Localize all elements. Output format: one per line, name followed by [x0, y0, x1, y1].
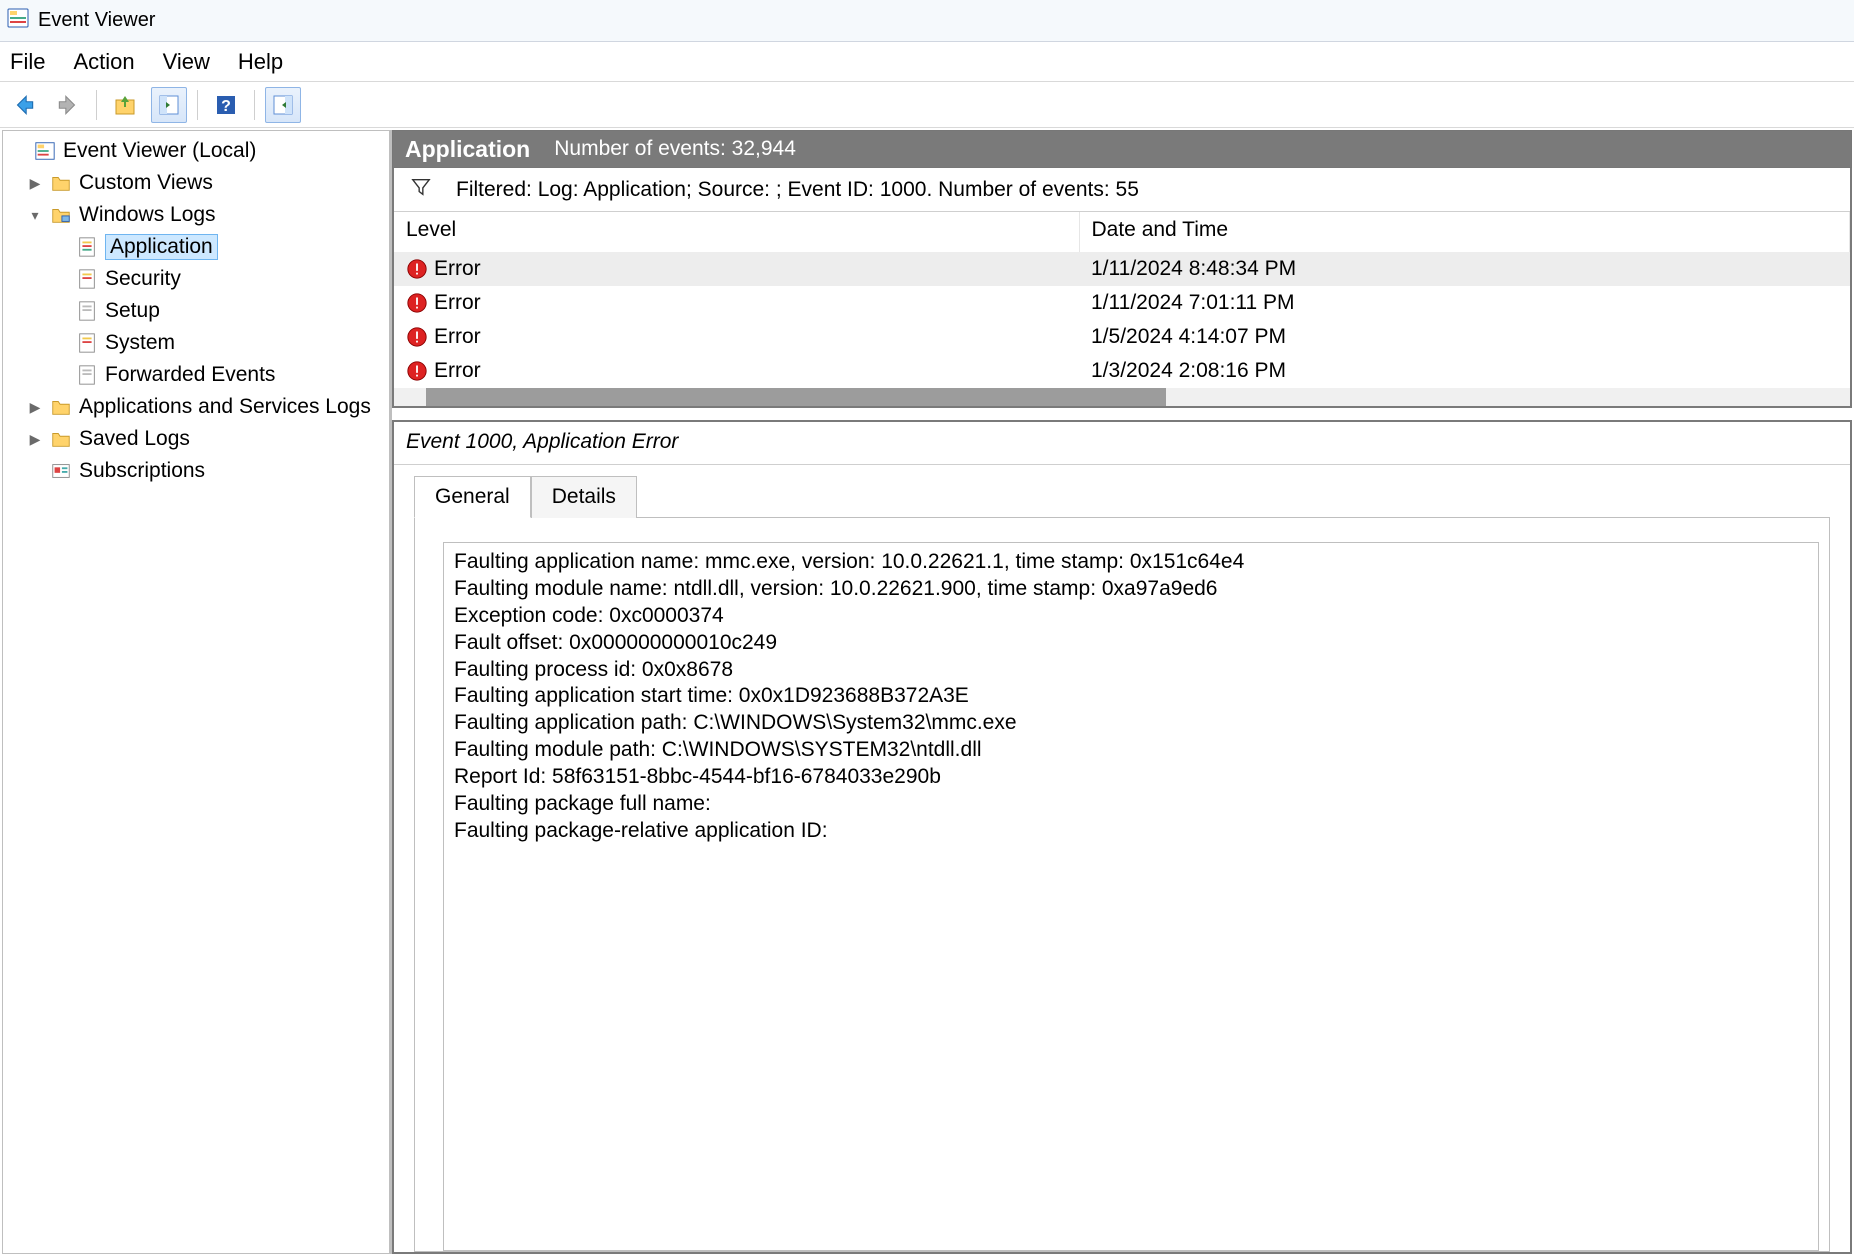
- level-text: Error: [434, 291, 481, 315]
- detail-title: Event 1000, Application Error: [394, 422, 1850, 465]
- collapse-icon[interactable]: ▾: [27, 207, 43, 224]
- log-name: Application: [405, 136, 530, 163]
- toolbar-separator: [197, 90, 198, 120]
- tree-label: Forwarded Events: [105, 363, 275, 387]
- error-icon: [406, 292, 428, 314]
- error-icon: [406, 360, 428, 382]
- log-icon: [75, 267, 99, 291]
- tree-label: Event Viewer (Local): [63, 139, 256, 163]
- expand-icon[interactable]: ▶: [27, 399, 43, 416]
- tree-security[interactable]: Security: [3, 263, 389, 295]
- detail-body: Faulting application name: mmc.exe, vers…: [414, 517, 1830, 1252]
- event-viewer-icon: [33, 139, 57, 163]
- event-list-panel: Filtered: Log: Application; Source: ; Ev…: [392, 168, 1852, 408]
- datetime-text: 1/3/2024 2:08:16 PM: [1079, 354, 1850, 388]
- tree-application[interactable]: Application: [3, 231, 389, 263]
- tree-label: Application: [105, 234, 218, 260]
- tree-label: System: [105, 331, 175, 355]
- log-icon: [75, 299, 99, 323]
- tree-subscriptions[interactable]: Subscriptions: [3, 455, 389, 487]
- log-icon: [75, 331, 99, 355]
- column-level[interactable]: Level: [394, 212, 1079, 252]
- filter-icon: [410, 176, 432, 204]
- toolbar-separator: [254, 90, 255, 120]
- tree-apps-services[interactable]: ▶ Applications and Services Logs: [3, 391, 389, 423]
- filter-bar: Filtered: Log: Application; Source: ; Ev…: [394, 168, 1850, 212]
- folder-icon: [49, 171, 73, 195]
- tree-system[interactable]: System: [3, 327, 389, 359]
- folder-icon: [49, 395, 73, 419]
- tree-custom-views[interactable]: ▶ Custom Views: [3, 167, 389, 199]
- tree-setup[interactable]: Setup: [3, 295, 389, 327]
- expand-icon[interactable]: ▶: [27, 431, 43, 448]
- back-button[interactable]: [6, 87, 42, 123]
- tree-label: Security: [105, 267, 181, 291]
- tree-panel[interactable]: Event Viewer (Local) ▶ Custom Views ▾ Wi…: [2, 130, 392, 1254]
- subscriptions-icon: [49, 459, 73, 483]
- filter-text: Filtered: Log: Application; Source: ; Ev…: [456, 178, 1139, 202]
- datetime-text: 1/11/2024 7:01:11 PM: [1079, 286, 1850, 320]
- column-datetime[interactable]: Date and Time: [1079, 212, 1850, 252]
- tree-label: Saved Logs: [79, 427, 190, 451]
- folder-icon: [49, 203, 73, 227]
- log-icon: [75, 363, 99, 387]
- table-row[interactable]: Error 1/3/2024 2:08:16 PM: [394, 354, 1850, 388]
- level-text: Error: [434, 359, 481, 383]
- content-header: Application Number of events: 32,944: [392, 130, 1852, 168]
- horizontal-scrollbar[interactable]: [394, 388, 1850, 406]
- menu-file[interactable]: File: [10, 49, 45, 75]
- window-title: Event Viewer: [38, 9, 155, 32]
- toolbar: ?: [0, 82, 1854, 128]
- log-icon: [75, 235, 99, 259]
- show-actions-button[interactable]: [265, 87, 301, 123]
- error-icon: [406, 258, 428, 280]
- app-icon: [6, 6, 30, 36]
- menu-help[interactable]: Help: [238, 49, 283, 75]
- tree-label: Setup: [105, 299, 160, 323]
- toolbar-separator: [96, 90, 97, 120]
- tree-windows-logs[interactable]: ▾ Windows Logs: [3, 199, 389, 231]
- help-button[interactable]: ?: [208, 87, 244, 123]
- detail-tabs: General Details: [414, 475, 1850, 517]
- datetime-text: 1/5/2024 4:14:07 PM: [1079, 320, 1850, 354]
- level-text: Error: [434, 257, 481, 281]
- tab-general[interactable]: General: [414, 476, 531, 518]
- folder-icon: [49, 427, 73, 451]
- table-row[interactable]: Error 1/11/2024 7:01:11 PM: [394, 286, 1850, 320]
- menu-view[interactable]: View: [163, 49, 210, 75]
- up-button[interactable]: [107, 87, 143, 123]
- detail-text[interactable]: Faulting application name: mmc.exe, vers…: [443, 542, 1819, 1251]
- tree-forwarded[interactable]: Forwarded Events: [3, 359, 389, 391]
- event-table[interactable]: Level Date and Time Error 1/11/2024 8:48:…: [394, 212, 1850, 388]
- tree-label: Windows Logs: [79, 203, 216, 227]
- content-panel: Application Number of events: 32,944 Fil…: [392, 130, 1852, 1254]
- tree-label: Applications and Services Logs: [79, 395, 371, 419]
- svg-text:?: ?: [221, 98, 231, 115]
- level-text: Error: [434, 325, 481, 349]
- error-icon: [406, 326, 428, 348]
- table-row[interactable]: Error 1/11/2024 8:48:34 PM: [394, 252, 1850, 286]
- menubar: File Action View Help: [0, 42, 1854, 82]
- tree-saved-logs[interactable]: ▶ Saved Logs: [3, 423, 389, 455]
- tree-root[interactable]: Event Viewer (Local): [3, 135, 389, 167]
- tree-label: Subscriptions: [79, 459, 205, 483]
- menu-action[interactable]: Action: [73, 49, 134, 75]
- titlebar: Event Viewer: [0, 0, 1854, 42]
- expand-icon[interactable]: ▶: [27, 175, 43, 192]
- forward-button[interactable]: [50, 87, 86, 123]
- show-tree-button[interactable]: [151, 87, 187, 123]
- event-count: Number of events: 32,944: [554, 137, 796, 161]
- tree-label: Custom Views: [79, 171, 213, 195]
- datetime-text: 1/11/2024 8:48:34 PM: [1079, 252, 1850, 286]
- main-split: Event Viewer (Local) ▶ Custom Views ▾ Wi…: [0, 128, 1854, 1256]
- scrollbar-thumb[interactable]: [426, 388, 1166, 406]
- table-row[interactable]: Error 1/5/2024 4:14:07 PM: [394, 320, 1850, 354]
- tab-details[interactable]: Details: [531, 476, 637, 518]
- detail-panel: Event 1000, Application Error General De…: [392, 420, 1852, 1254]
